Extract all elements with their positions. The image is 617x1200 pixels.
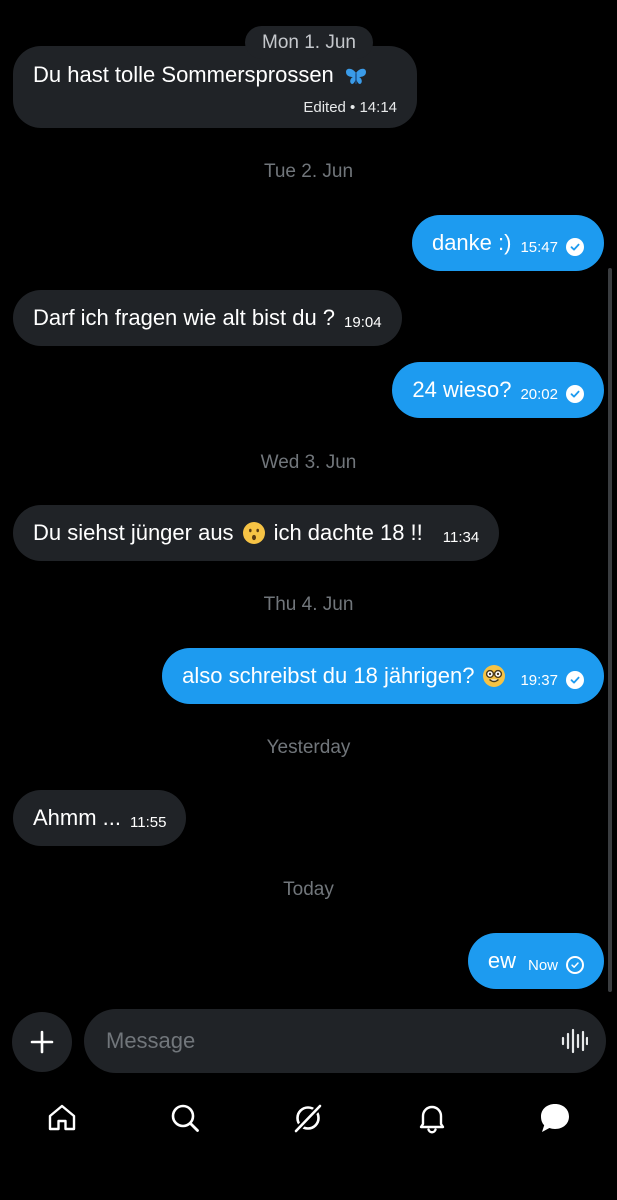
notifications-icon bbox=[419, 1105, 445, 1134]
message-text: ich dachte 18 !! bbox=[273, 520, 423, 545]
message-input[interactable] bbox=[106, 1009, 546, 1073]
message-time: Now bbox=[528, 956, 584, 974]
read-check-icon bbox=[566, 671, 584, 689]
plus-icon bbox=[30, 1030, 54, 1054]
message-time: 19:37 bbox=[520, 671, 584, 689]
read-check-icon bbox=[566, 238, 584, 256]
date-separator: Yesterday bbox=[266, 737, 351, 758]
date-separator: Wed 3. Jun bbox=[260, 452, 357, 473]
message-text: Darf ich fragen wie alt bist du ? bbox=[33, 305, 336, 330]
bottom-tab-bar bbox=[0, 1090, 617, 1146]
date-separator: Tue 2. Jun bbox=[263, 161, 354, 182]
message-outgoing[interactable]: ew Now bbox=[467, 933, 604, 989]
message-composer[interactable] bbox=[84, 1009, 606, 1073]
date-separator: Thu 4. Jun bbox=[263, 594, 354, 615]
message-meta: Edited • 14:14 bbox=[303, 99, 397, 116]
grok-icon bbox=[292, 1102, 324, 1135]
tab-messages[interactable] bbox=[527, 1090, 583, 1146]
tab-search[interactable] bbox=[157, 1090, 213, 1146]
add-attachment-button[interactable] bbox=[12, 1012, 72, 1072]
message-text: Du siehst jünger aus bbox=[33, 520, 234, 545]
read-check-icon bbox=[566, 385, 584, 403]
message-text: 24 wieso? bbox=[412, 377, 512, 402]
message-outgoing[interactable]: 24 wieso? 20:02 bbox=[392, 362, 604, 418]
message-time: 20:02 bbox=[520, 385, 584, 403]
tab-notifications[interactable] bbox=[404, 1090, 460, 1146]
hushed-face-emoji bbox=[242, 522, 265, 544]
sent-check-icon bbox=[566, 956, 584, 974]
message-text: Ahmm ... bbox=[33, 805, 122, 830]
message-text: also schreibst du 18 jährigen? bbox=[182, 663, 475, 688]
message-time: 19:04 bbox=[344, 313, 382, 331]
scrollbar[interactable] bbox=[608, 268, 612, 992]
butterfly-emoji bbox=[346, 68, 367, 84]
message-incoming[interactable]: Darf ich fragen wie alt bist du ? 19:04 bbox=[13, 290, 402, 346]
search-icon bbox=[171, 1104, 199, 1132]
tab-home[interactable] bbox=[34, 1090, 90, 1146]
sticky-date-header: Mon 1. Jun bbox=[245, 26, 373, 59]
date-separator: Today bbox=[283, 879, 334, 900]
message-incoming[interactable]: Du siehst jünger aus ich dachte 18 !! 11… bbox=[13, 505, 500, 561]
message-time: 11:55 bbox=[130, 813, 167, 831]
message-text: Du hast tolle Sommersprossen bbox=[33, 62, 334, 87]
message-outgoing[interactable]: also schreibst du 18 jährigen? 19:37 bbox=[162, 648, 604, 704]
message-incoming[interactable]: Ahmm ... 11:55 bbox=[13, 790, 187, 846]
message-time: 11:34 bbox=[442, 528, 480, 546]
messages-icon bbox=[541, 1104, 569, 1132]
home-icon bbox=[48, 1104, 76, 1131]
message-text: danke :) bbox=[431, 230, 512, 255]
nerd-face-emoji bbox=[483, 665, 506, 687]
voice-message-icon[interactable] bbox=[560, 1027, 588, 1055]
message-outgoing[interactable]: danke :) 15:47 bbox=[411, 215, 604, 271]
message-text: ew bbox=[487, 948, 516, 973]
message-time: 15:47 bbox=[520, 238, 584, 256]
tab-grok[interactable] bbox=[280, 1090, 336, 1146]
